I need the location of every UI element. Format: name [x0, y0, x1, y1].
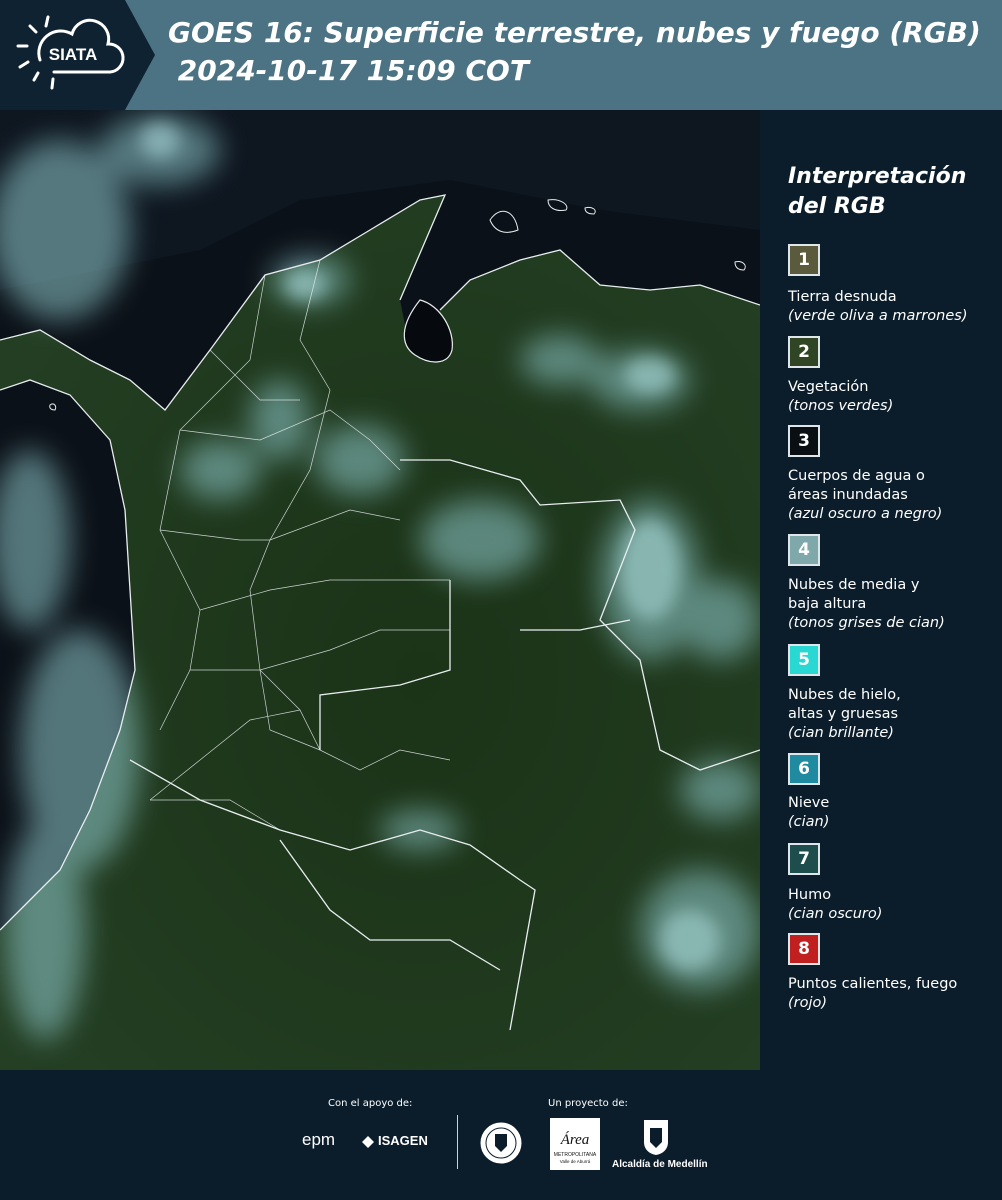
legend-swatch-8: 8: [788, 933, 820, 965]
legend-item-5: Nubes de hielo, altas y gruesas (cian br…: [788, 686, 998, 743]
legend-swatch-1: 1: [788, 244, 820, 276]
legend-panel: Interpretación del RGB 1 Tierra desnuda …: [775, 110, 1002, 1070]
metro-sub2: Valle de Aburrá: [560, 1159, 591, 1164]
page-title: GOES 16: Superficie terrestre, nubes y f…: [168, 16, 981, 87]
satellite-map[interactable]: [0, 110, 760, 1070]
legend-label: Tierra desnuda: [788, 289, 897, 305]
area-metropolitana-logo: Área METROPOLITANA Valle de Aburrá: [550, 1118, 600, 1170]
project-label: Un proyecto de:: [548, 1098, 628, 1109]
legend-desc: (cian oscuro): [788, 906, 883, 922]
legend-item-2: Vegetación (tonos verdes): [788, 378, 998, 416]
legend-label: Puntos calientes, fuego: [788, 976, 958, 992]
epm-logo: epm: [302, 1130, 336, 1149]
metro-sub: METROPOLITANA: [554, 1152, 597, 1158]
legend-swatch-4: 4: [788, 534, 820, 566]
legend-title: Interpretación del RGB: [788, 164, 967, 219]
siata-logo: SIATA: [0, 0, 155, 110]
legend-item-7: Humo (cian oscuro): [788, 886, 998, 924]
legend-label: Vegetación: [788, 379, 869, 395]
alcaldia-crest-icon: [644, 1120, 668, 1155]
legend-desc: (rojo): [788, 995, 828, 1011]
legend-label: Humo: [788, 887, 832, 903]
legend-desc: (cian): [788, 814, 830, 830]
alcaldia-label: Alcaldía de Medellín: [612, 1159, 708, 1170]
legend-swatch-3: 3: [788, 425, 820, 457]
logo-text: SIATA: [49, 45, 97, 64]
legend-item-4: Nubes de media y baja altura (tonos gris…: [788, 576, 998, 633]
header-banner: SIATA GOES 16: Superficie terrestre, nub…: [0, 0, 1002, 110]
legend-item-3: Cuerpos de agua o áreas inundadas (azul …: [788, 467, 998, 524]
support-label: Con el apoyo de:: [328, 1098, 413, 1109]
isagen-logo: ISAGEN: [378, 1133, 428, 1148]
legend-label: Nubes de hielo, altas y gruesas: [788, 687, 901, 722]
legend-label: Nubes de media y baja altura: [788, 577, 920, 612]
legend-desc: (verde oliva a marrones): [788, 308, 968, 324]
legend-swatch-6: 6: [788, 753, 820, 785]
legend-desc: (cian brillante): [788, 725, 894, 741]
legend-item-1: Tierra desnuda (verde oliva a marrones): [788, 288, 998, 326]
footer-divider: [457, 1115, 458, 1169]
legend-swatch-2: 2: [788, 336, 820, 368]
legend-item-6: Nieve (cian): [788, 794, 998, 832]
legend-desc: (tonos verdes): [788, 398, 894, 414]
isagen-icon: [362, 1136, 374, 1148]
legend-desc: (tonos grises de cian): [788, 615, 945, 631]
legend-swatch-5: 5: [788, 644, 820, 676]
legend-swatch-7: 7: [788, 843, 820, 875]
legend-label: Nieve: [788, 795, 830, 811]
legend-desc: (azul oscuro a negro): [788, 506, 943, 522]
metro-text: Área: [560, 1131, 590, 1148]
university-seal-icon: [479, 1121, 523, 1165]
legend-label: Cuerpos de agua o áreas inundadas: [788, 468, 925, 503]
footer: Con el apoyo de: Un proyecto de: epm ISA…: [0, 1070, 1002, 1200]
legend-item-8: Puntos calientes, fuego (rojo): [788, 975, 998, 1013]
